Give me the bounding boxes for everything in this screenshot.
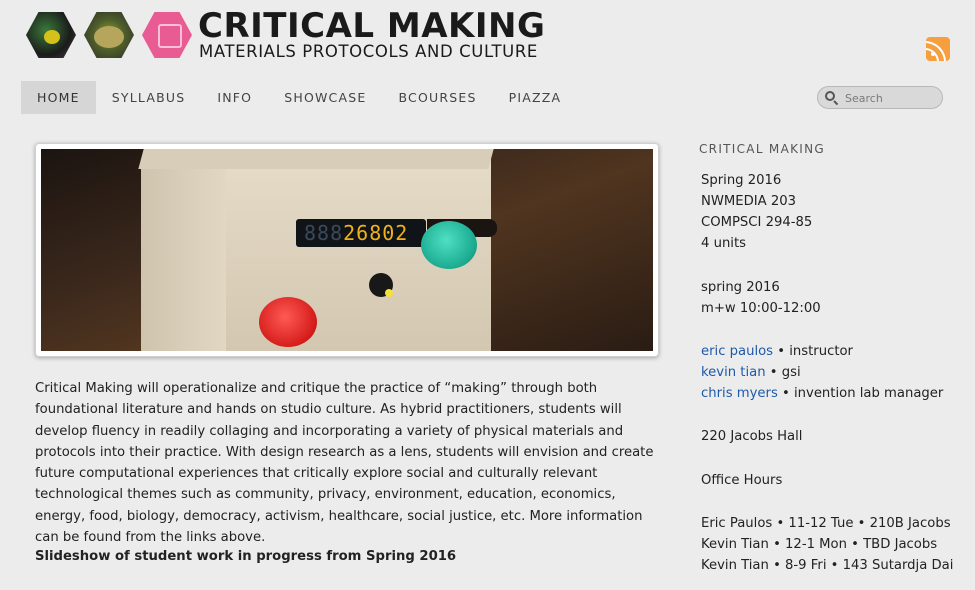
nav-item-home[interactable]: HOME: [21, 81, 96, 114]
course-code-nwmedia: NWMEDIA 203: [701, 194, 797, 209]
search-box: [817, 86, 943, 109]
schedule-term: spring 2016: [701, 280, 780, 295]
staff-entry: kevin tian • gsi: [701, 365, 801, 380]
site-subtitle: MATERIALS PROTOCOLS AND CULTURE: [199, 42, 538, 61]
staff-role: • instructor: [773, 344, 853, 359]
sidebar-heading: CRITICAL MAKING: [699, 142, 825, 156]
office-hours-entry: Kevin Tian • 12-1 Mon • TBD Jacobs: [701, 537, 938, 552]
staff-role: • gsi: [765, 365, 801, 380]
course-term: Spring 2016: [701, 173, 782, 188]
red-arcade-button: [259, 297, 317, 347]
staff-role: • invention lab manager: [777, 386, 944, 401]
green-arcade-button: [421, 221, 477, 269]
logo-hex-image-1[interactable]: [26, 12, 76, 58]
nav-item-piazza[interactable]: PIAZZA: [493, 81, 578, 114]
schedule-time: m+w 10:00-12:00: [701, 301, 821, 316]
main-nav: HOME SYLLABUS INFO SHOWCASE BCOURSES PIA…: [21, 81, 577, 114]
staff-entry: chris myers • invention lab manager: [701, 386, 943, 401]
nav-item-bcourses[interactable]: BCOURSES: [382, 81, 492, 114]
staff-link-eric-paulos[interactable]: eric paulos: [701, 344, 773, 359]
site-header: CRITICAL MAKING MATERIALS PROTOCOLS AND …: [0, 0, 975, 80]
nav-item-showcase[interactable]: SHOWCASE: [268, 81, 382, 114]
office-hours-label: Office Hours: [701, 473, 783, 488]
site-title[interactable]: CRITICAL MAKING: [198, 6, 545, 46]
logo-hex-image-3[interactable]: [142, 12, 192, 58]
location: 220 Jacobs Hall: [701, 429, 803, 444]
course-code-compsci: COMPSCI 294-85: [701, 215, 813, 230]
office-hours-entry: Kevin Tian • 8-9 Fri • 143 Sutardja Dai: [701, 558, 954, 573]
seven-segment-display: 88826802: [296, 219, 426, 247]
nav-item-syllabus[interactable]: SYLLABUS: [96, 81, 202, 114]
hero-image-frame: 88826802: [35, 143, 659, 357]
staff-link-chris-myers[interactable]: chris myers: [701, 386, 778, 401]
slideshow-title: Slideshow of student work in progress fr…: [35, 549, 457, 564]
search-icon[interactable]: [825, 91, 839, 106]
staff-entry: eric paulos • instructor: [701, 344, 853, 359]
hero-photo: 88826802: [41, 149, 653, 351]
course-intro: Critical Making will operationalize and …: [35, 381, 654, 546]
nav-item-info[interactable]: INFO: [201, 81, 268, 114]
logo-hex-image-2[interactable]: [84, 12, 134, 58]
staff-link-kevin-tian[interactable]: kevin tian: [701, 365, 766, 380]
office-hours-entry: Eric Paulos • 11-12 Tue • 210B Jacobs: [701, 516, 951, 531]
course-units: 4 units: [701, 236, 747, 251]
search-input[interactable]: [845, 90, 935, 106]
rss-icon[interactable]: [926, 37, 950, 61]
